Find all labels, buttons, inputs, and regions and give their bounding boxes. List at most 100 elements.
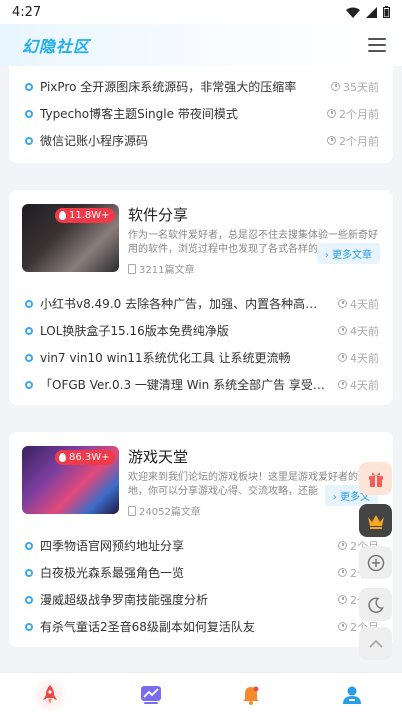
tab-notifications[interactable] bbox=[231, 680, 271, 710]
list-item-time: 4天前 bbox=[350, 324, 379, 338]
category-title[interactable]: 软件分享 bbox=[128, 204, 380, 225]
more-articles-button[interactable]: › 更多文章 bbox=[316, 243, 380, 264]
tab-profile[interactable] bbox=[332, 680, 372, 710]
article-count: 24052篇文章 bbox=[139, 507, 201, 518]
battery-icon bbox=[383, 6, 390, 18]
category-header[interactable]: 86.3W+ 游戏天堂 欢迎来到我们论坛的游戏板块！这里是游戏爱好者的聚集地，你… bbox=[9, 432, 393, 532]
list-item[interactable]: 微信记账小程序源码 2个月前 bbox=[9, 127, 393, 154]
document-icon bbox=[128, 263, 136, 274]
list-item-title[interactable]: 微信记账小程序源码 bbox=[40, 132, 317, 149]
clock-icon bbox=[331, 82, 340, 91]
plus-circle-icon bbox=[367, 554, 384, 571]
clock-icon bbox=[338, 541, 347, 550]
add-button[interactable] bbox=[359, 546, 392, 579]
hot-count: 86.3W+ bbox=[69, 452, 110, 463]
latest-articles-card: PixPro 全开源图床系统源码，非常强大的压缩率 35天前 Typecho博客… bbox=[9, 66, 393, 163]
flame-icon bbox=[59, 211, 66, 220]
wifi-icon bbox=[346, 7, 360, 18]
list-item-title[interactable]: 漫威超级战争罗南技能强度分析 bbox=[40, 591, 328, 608]
list-item-title[interactable]: LOL换肤盒子15.16版本免费纯净版 bbox=[40, 322, 328, 339]
status-bar: 4:27 bbox=[0, 0, 402, 24]
chart-icon bbox=[140, 685, 161, 704]
dark-mode-button[interactable] bbox=[359, 588, 392, 621]
list-item[interactable]: 漫威超级战争罗南技能强度分析2个月 bbox=[9, 586, 393, 613]
list-item-title[interactable]: 白夜极光森系最强角色一览 bbox=[40, 564, 328, 581]
list-item[interactable]: PixPro 全开源图床系统源码，非常强大的压缩率 35天前 bbox=[9, 73, 393, 100]
notification-bell-icon bbox=[243, 686, 260, 705]
list-item[interactable]: 白夜极光森系最强角色一览2个月 bbox=[9, 559, 393, 586]
home-rocket-icon bbox=[43, 684, 58, 704]
bullet-icon bbox=[25, 353, 33, 362]
app-header: 幻隐社区 bbox=[0, 24, 402, 66]
clock-icon bbox=[338, 595, 347, 604]
list-item[interactable]: 小红书v8.49.0 去除各种广告，加强、内置各种高级… 4天前 bbox=[9, 290, 393, 317]
status-icons bbox=[346, 6, 390, 18]
list-item-title[interactable]: 四季物语官网预约地址分享 bbox=[40, 537, 328, 554]
bullet-icon bbox=[25, 326, 33, 335]
user-icon bbox=[342, 686, 361, 704]
clock-icon bbox=[338, 568, 347, 577]
bullet-icon bbox=[25, 541, 33, 550]
category-title[interactable]: 游戏天堂 bbox=[128, 446, 380, 467]
list-item-time: 4天前 bbox=[350, 378, 379, 392]
clock-icon bbox=[327, 109, 336, 118]
status-time: 4:27 bbox=[12, 4, 42, 20]
article-count: 3211篇文章 bbox=[139, 265, 195, 276]
category-thumbnail[interactable]: 11.8W+ bbox=[22, 204, 119, 272]
category-thumbnail[interactable]: 86.3W+ bbox=[22, 446, 119, 514]
category-article-list: 小红书v8.49.0 去除各种广告，加强、内置各种高级… 4天前 LOL换肤盒子1… bbox=[9, 290, 393, 404]
clock-icon bbox=[338, 299, 347, 308]
hot-badge: 11.8W+ bbox=[55, 208, 115, 223]
list-item-title[interactable]: Typecho博客主题Single 带夜间模式 bbox=[40, 105, 317, 122]
list-item[interactable]: LOL换肤盒子15.16版本免费纯净版 4天前 bbox=[9, 317, 393, 344]
bullet-icon bbox=[25, 568, 33, 577]
list-item[interactable]: 四季物语官网预约地址分享2个月 bbox=[9, 532, 393, 559]
clock-icon bbox=[338, 353, 347, 362]
list-item-time: 2个月前 bbox=[339, 134, 379, 148]
site-logo[interactable]: 幻隐社区 bbox=[22, 33, 90, 57]
list-item-title[interactable]: 有杀气童话2圣音68级副本如何复活队友 bbox=[40, 618, 328, 635]
gift-icon bbox=[368, 472, 383, 487]
hamburger-menu-icon[interactable] bbox=[368, 38, 386, 52]
clock-icon bbox=[338, 380, 347, 389]
bullet-icon bbox=[25, 299, 33, 308]
signal-icon bbox=[366, 6, 377, 18]
bullet-icon bbox=[25, 380, 33, 389]
bullet-icon bbox=[25, 136, 33, 145]
list-item-title[interactable]: PixPro 全开源图床系统源码，非常强大的压缩率 bbox=[40, 78, 321, 95]
bullet-icon bbox=[25, 595, 33, 604]
list-item[interactable]: 有杀气童话2圣音68级副本如何复活队友2个月 bbox=[9, 613, 393, 640]
flame-icon bbox=[59, 453, 66, 462]
list-item-time: 4天前 bbox=[350, 297, 379, 311]
list-item[interactable]: vin7 vin10 win11系统优化工具 让系统更流畅 4天前 bbox=[9, 344, 393, 371]
list-item[interactable]: Typecho博客主题Single 带夜间模式 2个月前 bbox=[9, 100, 393, 127]
clock-icon bbox=[338, 326, 347, 335]
bullet-icon bbox=[25, 82, 33, 91]
category-header[interactable]: 11.8W+ 软件分享 作为一名软件爱好者，总是忍不住去搜集体验一些新奇好用的软… bbox=[9, 190, 393, 290]
list-item[interactable]: 「OFGB Ver.0.3 一键清理 Win 系统全部广告 享受超… 4天前 bbox=[9, 371, 393, 398]
back-to-top-icon bbox=[368, 639, 383, 648]
crown-icon bbox=[367, 514, 384, 529]
category-card-software: 11.8W+ 软件分享 作为一名软件爱好者，总是忍不住去搜集体验一些新奇好用的软… bbox=[9, 190, 393, 405]
hot-count: 11.8W+ bbox=[69, 210, 110, 221]
tab-home[interactable] bbox=[30, 679, 71, 710]
list-item-title[interactable]: vin7 vin10 win11系统优化工具 让系统更流畅 bbox=[40, 349, 328, 366]
hot-badge: 86.3W+ bbox=[55, 450, 115, 465]
list-item-time: 35天前 bbox=[343, 80, 379, 94]
bullet-icon bbox=[25, 622, 33, 631]
list-item-title[interactable]: 「OFGB Ver.0.3 一键清理 Win 系统全部广告 享受超… bbox=[40, 376, 328, 393]
clock-icon bbox=[327, 136, 336, 145]
bottom-tab-bar bbox=[0, 672, 402, 716]
category-article-list: 四季物语官网预约地址分享2个月 白夜极光森系最强角色一览2个月 漫威超级战争罗南… bbox=[9, 532, 393, 646]
gift-button[interactable] bbox=[359, 462, 392, 495]
more-articles-label: 更多文章 bbox=[332, 250, 372, 261]
vip-button[interactable] bbox=[359, 504, 392, 537]
moon-icon bbox=[367, 596, 384, 613]
list-item-time: 4天前 bbox=[350, 351, 379, 365]
document-icon bbox=[128, 505, 136, 516]
tab-stats[interactable] bbox=[131, 680, 171, 710]
category-card-games: 86.3W+ 游戏天堂 欢迎来到我们论坛的游戏板块！这里是游戏爱好者的聚集地，你… bbox=[9, 432, 393, 647]
clock-icon bbox=[338, 622, 347, 631]
back-to-top-button[interactable] bbox=[359, 627, 392, 660]
list-item-title[interactable]: 小红书v8.49.0 去除各种广告，加强、内置各种高级… bbox=[40, 295, 328, 312]
